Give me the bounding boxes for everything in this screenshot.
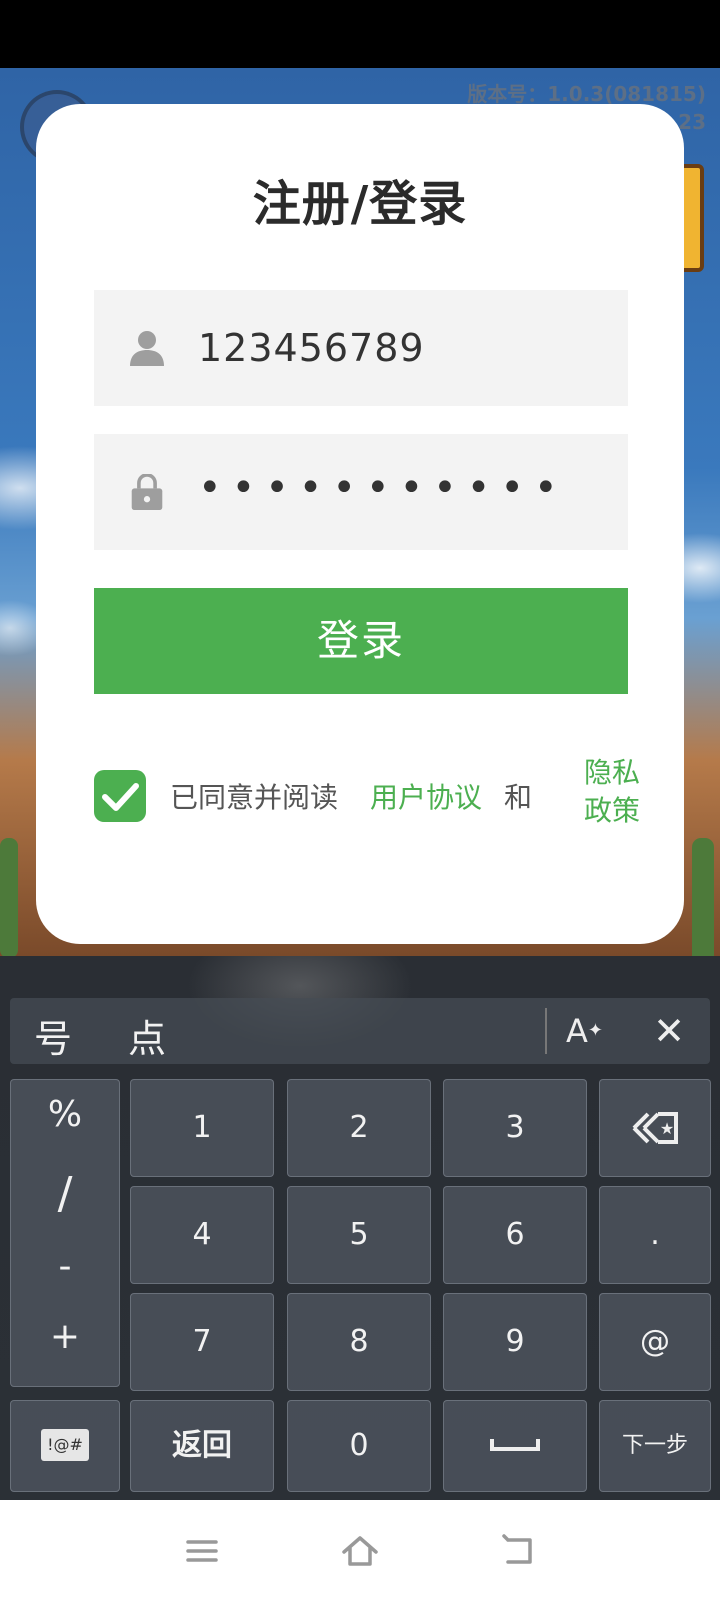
delete-key[interactable]: ★	[599, 1079, 711, 1177]
navigation-bar	[0, 1500, 720, 1600]
symbols-keyboard-icon: !@#	[41, 1429, 89, 1461]
key-7[interactable]: 7	[130, 1293, 274, 1391]
home-icon[interactable]	[340, 1534, 380, 1568]
cactus-decoration	[0, 838, 18, 956]
key-label: 2	[349, 1110, 369, 1145]
keyboard: 号 点 A✦ ✕ % / - + 1 2 3 ★ 4 5 6 . 7 8 9 @…	[0, 956, 720, 1500]
symbols-switch-label: !@#	[47, 1435, 83, 1454]
key-label: 下一步	[621, 1433, 688, 1458]
candidate-word[interactable]: 点	[128, 1008, 166, 1063]
login-dialog: 注册/登录 123456789 ••••••••••• 登录 已同意并阅读 用户…	[36, 104, 684, 944]
key-3[interactable]: 3	[443, 1079, 587, 1177]
menu-icon[interactable]	[182, 1534, 222, 1568]
key-6[interactable]: 6	[443, 1186, 587, 1284]
key-label: .	[650, 1217, 660, 1252]
ai-writing-button[interactable]: A✦	[566, 1008, 616, 1054]
password-field[interactable]: •••••••••••	[94, 434, 628, 550]
backspace-icon: ★	[632, 1112, 678, 1144]
username-value: 123456789	[198, 326, 425, 370]
key-label: 返回	[172, 1428, 232, 1463]
at-key[interactable]: @	[599, 1293, 711, 1391]
key-label: 0	[349, 1428, 369, 1463]
dot-key[interactable]: .	[599, 1186, 711, 1284]
key-label: @	[640, 1324, 670, 1359]
dialog-title: 注册/登录	[252, 176, 468, 232]
ai-label: A	[566, 1012, 588, 1050]
agreement-text: 已同意并阅读	[170, 781, 339, 814]
agree-checkbox[interactable]	[94, 770, 146, 822]
key-label: 6	[505, 1217, 525, 1252]
privacy-policy-link[interactable]: 隐私政策	[584, 754, 654, 830]
key-label: 1	[192, 1110, 212, 1145]
symbol-column[interactable]: % / - +	[10, 1079, 120, 1387]
divider	[545, 1008, 547, 1054]
agreement-and-text: 和	[504, 781, 533, 814]
lock-icon	[131, 474, 163, 510]
login-button[interactable]: 登录	[94, 588, 628, 694]
next-step-key[interactable]: 下一步	[599, 1400, 711, 1492]
symbols-switch-key[interactable]: !@#	[10, 1400, 120, 1492]
symbol-key[interactable]: /	[11, 1168, 119, 1219]
key-1[interactable]: 1	[130, 1079, 274, 1177]
candidate-word[interactable]: 号	[34, 1008, 72, 1063]
symbol-key[interactable]: %	[11, 1094, 119, 1135]
key-2[interactable]: 2	[287, 1079, 431, 1177]
key-label: 3	[505, 1110, 525, 1145]
agreement-row: 已同意并阅读 用户协议 和 隐私政策	[94, 756, 654, 854]
back-key[interactable]: 返回	[130, 1400, 274, 1492]
key-9[interactable]: 9	[443, 1293, 587, 1391]
cactus-decoration	[692, 838, 714, 956]
key-label: 4	[192, 1217, 212, 1252]
candidate-bar: 号 点 A✦ ✕	[10, 998, 710, 1064]
space-key[interactable]	[443, 1400, 587, 1492]
svg-text:★: ★	[660, 1119, 674, 1138]
username-field[interactable]: 123456789	[94, 290, 628, 406]
key-label: 8	[349, 1324, 369, 1359]
check-icon	[102, 783, 139, 811]
key-0[interactable]: 0	[287, 1400, 431, 1492]
key-label: 9	[505, 1324, 525, 1359]
back-icon[interactable]	[500, 1534, 540, 1568]
close-icon: ✕	[653, 1009, 685, 1053]
key-label: 5	[349, 1217, 369, 1252]
close-keyboard-button[interactable]: ✕	[646, 1008, 692, 1054]
person-icon	[130, 331, 164, 366]
status-bar	[0, 0, 720, 68]
key-5[interactable]: 5	[287, 1186, 431, 1284]
password-value: •••••••••••	[198, 465, 568, 511]
key-4[interactable]: 4	[130, 1186, 274, 1284]
symbol-key[interactable]: +	[11, 1316, 119, 1357]
key-label: 7	[192, 1324, 212, 1359]
key-8[interactable]: 8	[287, 1293, 431, 1391]
symbol-key[interactable]: -	[11, 1246, 119, 1287]
space-icon	[490, 1439, 540, 1451]
user-agreement-link[interactable]: 用户协议	[370, 776, 482, 816]
sparkle-icon: ✦	[587, 1020, 603, 1041]
